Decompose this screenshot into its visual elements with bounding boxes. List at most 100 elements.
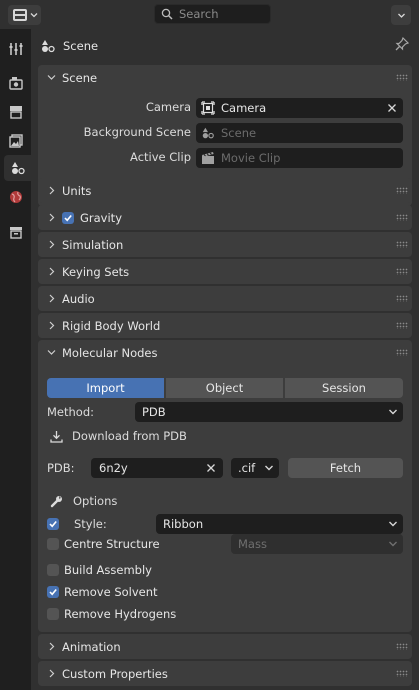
- scene-icon: [42, 39, 55, 52]
- panel-title: Rigid Body World: [62, 318, 161, 333]
- panel-molecular-nodes: Molecular Nodes Import Object Session Me…: [38, 340, 412, 632]
- drag-handle[interactable]: [396, 643, 408, 650]
- drag-handle[interactable]: [396, 74, 408, 81]
- tab-object[interactable]: Object: [165, 378, 283, 398]
- style-row: [47, 515, 59, 533]
- search-placeholder: Search: [179, 7, 219, 21]
- panel-rigid-body-world: Rigid Body World: [38, 313, 412, 338]
- remove-solvent-label: Remove Solvent: [64, 585, 158, 599]
- panel-header-rigid-body-world[interactable]: Rigid Body World: [38, 313, 412, 338]
- chevron-right-icon: [49, 186, 55, 195]
- view-layer-icon: [9, 134, 23, 148]
- tab-session[interactable]: Session: [284, 378, 403, 398]
- download-icon: [50, 430, 63, 443]
- active-clip-label: Active Clip: [130, 150, 191, 164]
- chevron-down-icon: [389, 409, 397, 415]
- chevron-down-icon: [47, 75, 56, 80]
- render-icon: [9, 77, 23, 90]
- panel-header-gravity[interactable]: Gravity: [38, 205, 412, 230]
- editor-type-button[interactable]: [8, 5, 41, 25]
- pin-button[interactable]: [395, 36, 410, 54]
- tab-world[interactable]: [3, 184, 29, 210]
- drag-handle[interactable]: [396, 214, 408, 221]
- output-icon: [10, 106, 22, 119]
- panel-header-units[interactable]: Units: [38, 178, 412, 203]
- context-breadcrumb: Scene: [31, 29, 419, 62]
- tab-object-label: Object: [205, 381, 244, 395]
- panel-header-custom-properties[interactable]: Custom Properties: [38, 661, 412, 686]
- remove-hydrogens-label: Remove Hydrogens: [64, 607, 177, 621]
- drag-handle[interactable]: [396, 295, 408, 302]
- style-dropdown[interactable]: Ribbon: [156, 514, 403, 534]
- tab-import[interactable]: Import: [47, 378, 164, 398]
- drag-handle[interactable]: [396, 322, 408, 329]
- options-label: Options: [73, 494, 118, 508]
- tab-collection[interactable]: [3, 219, 29, 245]
- panel-animation: Animation: [38, 634, 412, 659]
- options-header: Options: [50, 491, 117, 511]
- chevron-down-icon: [397, 13, 405, 18]
- collection-icon: [10, 227, 22, 239]
- panel-gravity: Gravity: [38, 205, 412, 230]
- format-dropdown[interactable]: .cif: [231, 458, 279, 478]
- drag-handle[interactable]: [396, 349, 408, 356]
- fetch-label: Fetch: [329, 461, 362, 475]
- gravity-checkbox[interactable]: [62, 211, 74, 224]
- background-scene-placeholder: Scene: [221, 126, 257, 140]
- centre-structure-row: Centre Structure: [47, 535, 160, 553]
- panel-title: Molecular Nodes: [62, 345, 158, 360]
- remove-solvent-row: Remove Solvent: [47, 583, 158, 601]
- search-input[interactable]: Search: [154, 4, 271, 24]
- method-dropdown[interactable]: PDB: [135, 402, 403, 422]
- pdb-code-input[interactable]: 6n2y: [91, 458, 223, 478]
- panel-title: Gravity: [80, 210, 123, 225]
- tab-scene[interactable]: [4, 155, 31, 181]
- chevron-down-icon: [389, 541, 397, 547]
- tab-render[interactable]: [3, 70, 29, 96]
- camera-field[interactable]: Camera: [196, 98, 403, 118]
- panel-title: Audio: [62, 291, 95, 306]
- close-icon[interactable]: [387, 103, 397, 113]
- panel-header-simulation[interactable]: Simulation: [38, 232, 412, 257]
- style-checkbox[interactable]: [47, 518, 59, 530]
- remove-hydrogens-checkbox[interactable]: [47, 608, 59, 620]
- format-value: .cif: [238, 461, 256, 475]
- centre-method-dropdown[interactable]: Mass: [231, 534, 403, 554]
- panel-header-scene[interactable]: Scene: [38, 65, 412, 90]
- centre-method-value: Mass: [238, 537, 267, 551]
- chevron-right-icon: [49, 321, 55, 330]
- drag-handle[interactable]: [396, 241, 408, 248]
- checkmark-icon: [64, 214, 72, 222]
- chevron-down-icon: [30, 13, 37, 18]
- panel-header-audio[interactable]: Audio: [38, 286, 412, 311]
- background-scene-label: Background Scene: [83, 125, 191, 139]
- panel-title: Units: [62, 183, 92, 198]
- movie-clip-icon: [202, 152, 214, 164]
- drag-handle[interactable]: [396, 268, 408, 275]
- background-scene-field[interactable]: Scene: [196, 123, 403, 143]
- style-value: Ribbon: [163, 517, 204, 531]
- tab-output[interactable]: [3, 99, 29, 125]
- panel-title: Simulation: [62, 237, 124, 252]
- remove-solvent-checkbox[interactable]: [47, 586, 59, 598]
- fetch-button[interactable]: Fetch: [288, 458, 403, 478]
- download-label: Download from PDB: [72, 429, 187, 443]
- panel-simulation: Simulation: [38, 232, 412, 257]
- panel-header-animation[interactable]: Animation: [38, 634, 412, 659]
- close-icon[interactable]: [206, 463, 216, 473]
- panel-custom-properties: Custom Properties: [38, 661, 412, 686]
- centre-structure-checkbox[interactable]: [47, 538, 59, 550]
- active-clip-field[interactable]: Movie Clip: [196, 148, 403, 168]
- tab-tool[interactable]: [3, 36, 29, 62]
- checkmark-icon: [49, 520, 57, 528]
- panel-header-molecular-nodes[interactable]: Molecular Nodes: [38, 340, 412, 365]
- chevron-down-icon: [47, 350, 56, 355]
- drag-handle[interactable]: [396, 187, 408, 194]
- tab-view-layer[interactable]: [3, 128, 29, 154]
- properties-main: Scene Scene Camera Camera Background Sce…: [31, 29, 419, 690]
- build-assembly-checkbox[interactable]: [47, 564, 59, 576]
- options-dropdown[interactable]: [391, 5, 411, 25]
- panel-header-keying-sets[interactable]: Keying Sets: [38, 259, 412, 284]
- build-assembly-row: Build Assembly: [47, 561, 152, 579]
- drag-handle[interactable]: [396, 670, 408, 677]
